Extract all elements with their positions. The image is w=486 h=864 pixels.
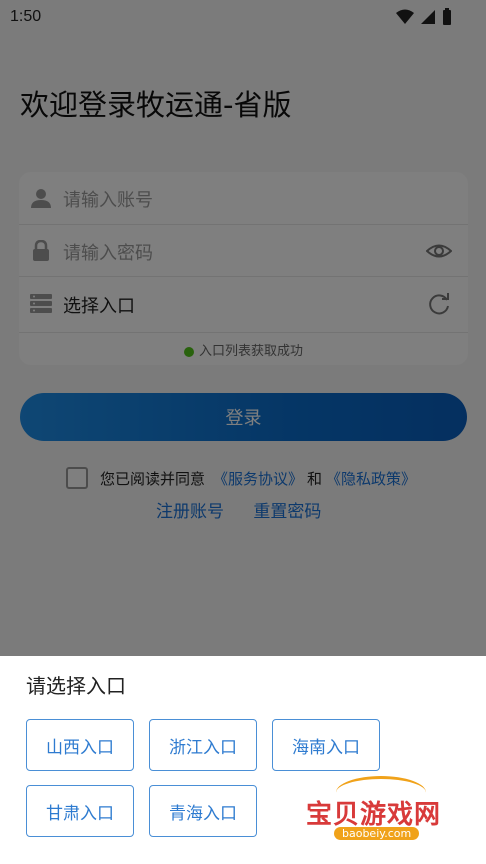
watermark-brand: 宝贝游戏网 xyxy=(306,800,442,830)
entry-option[interactable]: 青海入口 xyxy=(149,785,257,837)
entry-option[interactable]: 甘肃入口 xyxy=(26,785,134,837)
watermark-logo: 宝贝游戏网 baobeiy.com xyxy=(306,770,456,860)
sheet-title: 请选择入口 xyxy=(26,674,126,698)
entry-option[interactable]: 山西入口 xyxy=(26,719,134,771)
entry-option[interactable]: 海南入口 xyxy=(272,719,380,771)
watermark-site: baobeiy.com xyxy=(334,827,420,840)
entry-option[interactable]: 浙江入口 xyxy=(149,719,257,771)
